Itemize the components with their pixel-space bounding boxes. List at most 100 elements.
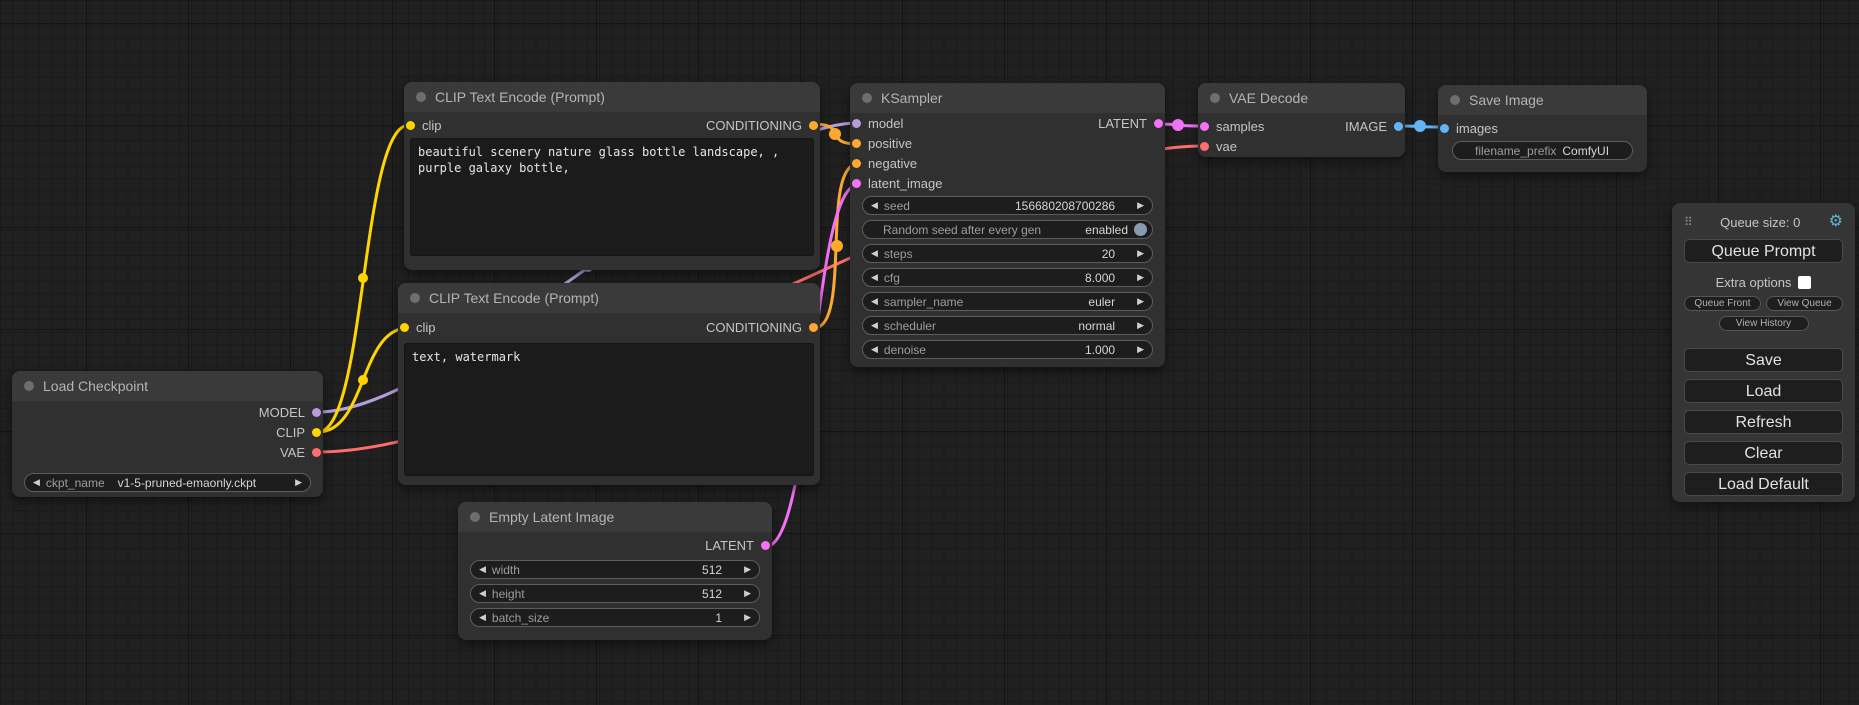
node-clip-text-encode-negative[interactable]: CLIP Text Encode (Prompt) clip CONDITION… (398, 283, 820, 485)
view-history-button[interactable]: View History (1719, 316, 1809, 331)
decrement-icon[interactable]: ◀ (871, 345, 878, 354)
toggle-enabled-icon[interactable] (1134, 223, 1147, 236)
decrement-icon[interactable]: ◀ (33, 478, 40, 487)
collapse-dot-icon[interactable] (1450, 95, 1460, 105)
positive-input-port[interactable] (852, 139, 861, 148)
node-vae-decode-titlebar[interactable]: VAE Decode (1198, 83, 1405, 113)
widget-label: scheduler (884, 319, 936, 333)
samples-input-port[interactable] (1200, 122, 1209, 131)
queue-front-button[interactable]: Queue Front (1684, 296, 1761, 311)
extra-options-checkbox[interactable] (1798, 276, 1811, 289)
widget-value: normal (1078, 319, 1115, 333)
decrement-icon[interactable]: ◀ (479, 565, 486, 574)
node-clip-negative-titlebar[interactable]: CLIP Text Encode (Prompt) (398, 283, 820, 313)
image-output-port[interactable] (1394, 122, 1403, 131)
node-clip-text-encode-positive[interactable]: CLIP Text Encode (Prompt) clip CONDITION… (404, 82, 820, 270)
widget-value: 20 (1102, 247, 1115, 261)
conditioning-output-port[interactable] (809, 121, 818, 130)
increment-icon[interactable]: ▶ (295, 478, 302, 487)
vae-output-port[interactable] (312, 448, 321, 457)
widget-value: 156680208700286 (1015, 199, 1115, 213)
decrement-icon[interactable]: ◀ (871, 249, 878, 258)
increment-icon[interactable]: ▶ (1137, 297, 1144, 306)
collapse-dot-icon[interactable] (416, 92, 426, 102)
increment-icon[interactable]: ▶ (1137, 249, 1144, 258)
widget-label: ckpt_name (46, 476, 105, 490)
latent-output-label: LATENT (1098, 116, 1147, 131)
increment-icon[interactable]: ▶ (744, 589, 751, 598)
node-load-checkpoint-titlebar[interactable]: Load Checkpoint (12, 371, 323, 401)
height-widget[interactable]: ◀ height 512 ▶ (470, 584, 760, 603)
increment-icon[interactable]: ▶ (1137, 201, 1144, 210)
widget-label: width (492, 563, 520, 577)
widget-label: filename_prefix (1475, 144, 1556, 158)
collapse-dot-icon[interactable] (862, 93, 872, 103)
latent-output-port[interactable] (761, 541, 770, 550)
conditioning-output-port[interactable] (809, 323, 818, 332)
decrement-icon[interactable]: ◀ (871, 297, 878, 306)
decrement-icon[interactable]: ◀ (871, 201, 878, 210)
latent-image-input-port[interactable] (852, 179, 861, 188)
steps-widget[interactable]: ◀ steps 20 ▶ (862, 244, 1153, 263)
clip-output-port[interactable] (312, 428, 321, 437)
refresh-button[interactable]: Refresh (1684, 410, 1843, 434)
node-graph-canvas[interactable]: Load Checkpoint MODEL CLIP VAE ◀ ckpt_na… (0, 0, 1859, 705)
collapse-dot-icon[interactable] (470, 512, 480, 522)
node-ksampler[interactable]: KSampler model LATENT positive negative … (850, 83, 1165, 367)
decrement-icon[interactable]: ◀ (871, 321, 878, 330)
load-button[interactable]: Load (1684, 379, 1843, 403)
vae-input-port[interactable] (1200, 142, 1209, 151)
positive-prompt-textarea[interactable]: beautiful scenery nature glass bottle la… (410, 138, 814, 256)
clip-input-port[interactable] (406, 121, 415, 130)
model-output-port[interactable] (312, 408, 321, 417)
node-title: Load Checkpoint (43, 378, 148, 394)
negative-input-port[interactable] (852, 159, 861, 168)
node-ksampler-titlebar[interactable]: KSampler (850, 83, 1165, 113)
node-save-image[interactable]: Save Image images filename_prefix ComfyU… (1438, 85, 1647, 172)
collapse-dot-icon[interactable] (1210, 93, 1220, 103)
filename-prefix-widget[interactable]: filename_prefix ComfyUI (1452, 141, 1633, 160)
random-seed-toggle-widget[interactable]: Random seed after every gen enabled (862, 220, 1153, 239)
ckpt-name-widget[interactable]: ◀ ckpt_name v1-5-pruned-emaonly.ckpt ▶ (24, 473, 311, 492)
node-clip-positive-titlebar[interactable]: CLIP Text Encode (Prompt) (404, 82, 820, 112)
latent-image-input-label: latent_image (868, 176, 942, 191)
sampler-name-widget[interactable]: ◀ sampler_name euler ▶ (862, 292, 1153, 311)
load-default-button[interactable]: Load Default (1684, 472, 1843, 496)
seed-widget[interactable]: ◀ seed 156680208700286 ▶ (862, 196, 1153, 215)
latent-output-port[interactable] (1154, 119, 1163, 128)
increment-icon[interactable]: ▶ (1137, 321, 1144, 330)
image-output-label: IMAGE (1345, 119, 1387, 134)
node-load-checkpoint[interactable]: Load Checkpoint MODEL CLIP VAE ◀ ckpt_na… (12, 371, 323, 497)
negative-prompt-textarea[interactable]: text, watermark (404, 343, 814, 476)
decrement-icon[interactable]: ◀ (479, 589, 486, 598)
increment-icon[interactable]: ▶ (744, 613, 751, 622)
node-title: VAE Decode (1229, 90, 1308, 106)
scheduler-widget[interactable]: ◀ scheduler normal ▶ (862, 316, 1153, 335)
clip-output-label: CLIP (276, 425, 305, 440)
gear-icon[interactable]: ⚙ (1829, 214, 1843, 230)
decrement-icon[interactable]: ◀ (871, 273, 878, 282)
batch-size-widget[interactable]: ◀ batch_size 1 ▶ (470, 608, 760, 627)
cfg-widget[interactable]: ◀ cfg 8.000 ▶ (862, 268, 1153, 287)
clip-input-port[interactable] (400, 323, 409, 332)
node-vae-decode[interactable]: VAE Decode samples IMAGE vae (1198, 83, 1405, 157)
width-widget[interactable]: ◀ width 512 ▶ (470, 560, 760, 579)
drag-handle-icon[interactable]: ⠿ (1684, 215, 1692, 229)
save-button[interactable]: Save (1684, 348, 1843, 372)
node-save-image-titlebar[interactable]: Save Image (1438, 85, 1647, 115)
collapse-dot-icon[interactable] (410, 293, 420, 303)
node-empty-latent-titlebar[interactable]: Empty Latent Image (458, 502, 772, 532)
images-input-port[interactable] (1440, 124, 1449, 133)
collapse-dot-icon[interactable] (24, 381, 34, 391)
node-empty-latent-image[interactable]: Empty Latent Image LATENT ◀ width 512 ▶ … (458, 502, 772, 640)
widget-label: sampler_name (884, 295, 963, 309)
increment-icon[interactable]: ▶ (1137, 345, 1144, 354)
view-queue-button[interactable]: View Queue (1766, 296, 1843, 311)
queue-prompt-button[interactable]: Queue Prompt (1684, 239, 1843, 263)
decrement-icon[interactable]: ◀ (479, 613, 486, 622)
denoise-widget[interactable]: ◀ denoise 1.000 ▶ (862, 340, 1153, 359)
increment-icon[interactable]: ▶ (1137, 273, 1144, 282)
increment-icon[interactable]: ▶ (744, 565, 751, 574)
model-input-port[interactable] (852, 119, 861, 128)
clear-button[interactable]: Clear (1684, 441, 1843, 465)
